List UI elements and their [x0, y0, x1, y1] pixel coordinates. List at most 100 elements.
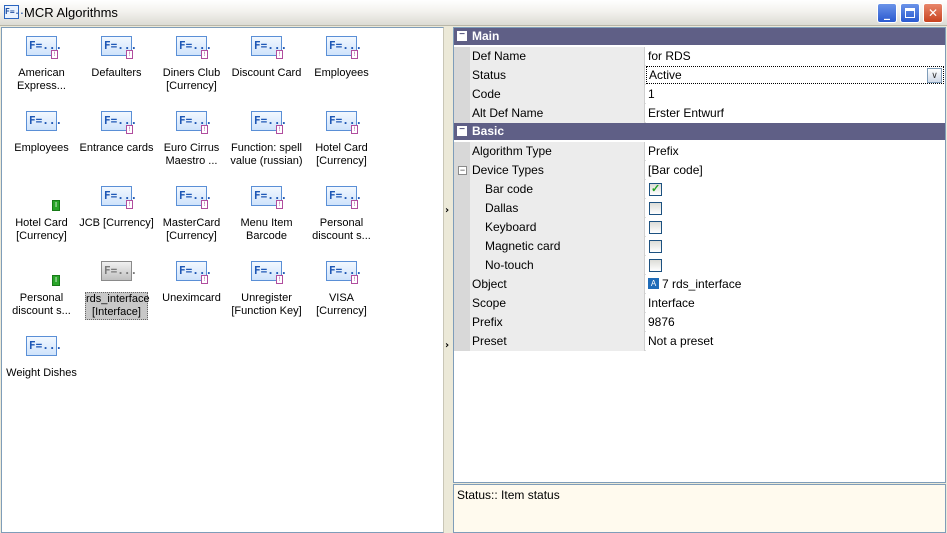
property-name: Object: [470, 275, 645, 294]
algorithm-item-label: Discount Card: [231, 67, 302, 79]
algorithm-item[interactable]: F=...! Defaulters: [79, 28, 154, 98]
object-value-text: 7 rds_interface: [662, 277, 742, 291]
property-row-def-name[interactable]: Def Name for RDS: [454, 47, 945, 66]
collapse-icon[interactable]: −: [458, 166, 467, 175]
property-name: Def Name: [470, 47, 645, 66]
property-row-prefix[interactable]: Prefix 9876: [454, 313, 945, 332]
property-row-status[interactable]: Status Active ∨: [454, 66, 945, 85]
algorithm-item[interactable]: F=...! MasterCard [Currency]: [154, 178, 229, 248]
pane-splitter[interactable]: › ›: [444, 27, 453, 533]
algorithm-item-label: Personal discount s...: [12, 292, 71, 317]
algorithm-item[interactable]: F=...! Menu Item Barcode: [229, 178, 304, 248]
device-checkbox[interactable]: [649, 259, 662, 272]
algorithm-item[interactable]: F=...! Euro Cirrus Maestro ...: [154, 103, 229, 173]
device-checkbox[interactable]: [649, 221, 662, 234]
algorithm-f-icon: F=...!: [101, 36, 137, 62]
algorithm-item-label: Personal discount s...: [312, 217, 371, 242]
algorithm-item-label: Employees: [314, 67, 369, 79]
algorithm-item-label: VISA [Currency]: [316, 292, 367, 317]
algorithm-item-label: JCB [Currency]: [79, 217, 154, 229]
algorithm-item[interactable]: F=...! Hotel Card [Currency]: [304, 103, 379, 173]
maximize-button[interactable]: [900, 3, 920, 23]
expand-right-icon[interactable]: ›: [445, 205, 449, 216]
close-icon: ✕: [927, 6, 939, 20]
algorithm-item-label: Defaulters: [91, 67, 142, 79]
algorithm-item-label: Entrance cards: [79, 142, 154, 154]
property-value-def-name[interactable]: for RDS: [646, 47, 945, 66]
algorithm-f-icon: F=...!: [251, 186, 287, 212]
close-button[interactable]: ✕: [923, 3, 943, 23]
algorithm-f-icon: F=...!: [251, 111, 287, 137]
algorithm-item[interactable]: F=...! Function: spell value (russian): [229, 103, 304, 173]
algorithm-item-label: American Express...: [17, 67, 66, 92]
algorithm-item[interactable]: F=...! American Express...: [4, 28, 79, 98]
badge-icon: !: [201, 200, 208, 209]
device-checkbox[interactable]: [649, 202, 662, 215]
property-value-preset[interactable]: Not a preset: [646, 332, 945, 351]
algorithm-item-label: Weight Dishes: [6, 367, 77, 379]
algorithm-list-pane[interactable]: F=...! American Express... F=...! Defaulter…: [1, 27, 444, 533]
property-name: Scope: [470, 294, 645, 313]
property-name: Algorithm Type: [470, 142, 645, 161]
property-name: Status: [470, 66, 645, 85]
algorithm-item[interactable]: F=... Employees: [4, 103, 79, 173]
algorithm-f-icon: F=...!: [326, 186, 362, 212]
algorithm-item[interactable]: F=...! Diners Club [Currency]: [154, 28, 229, 98]
status-dropdown[interactable]: Active ∨: [646, 66, 944, 84]
property-row-device[interactable]: Magnetic card: [454, 237, 945, 256]
property-row-code[interactable]: Code 1: [454, 85, 945, 104]
algorithm-item[interactable]: F=...! Discount Card: [229, 28, 304, 98]
chevron-down-icon[interactable]: ∨: [927, 68, 942, 83]
property-row-device[interactable]: Keyboard: [454, 218, 945, 237]
property-row-alt-def-name[interactable]: Alt Def Name Erster Entwurf: [454, 104, 945, 123]
algorithm-item[interactable]: I Hotel Card [Currency]: [4, 178, 79, 248]
property-row-algorithm-type[interactable]: Algorithm Type Prefix: [454, 142, 945, 161]
green-tag-icon: I: [26, 261, 60, 287]
property-row-device[interactable]: Dallas: [454, 199, 945, 218]
expand-right-icon[interactable]: ›: [445, 340, 449, 351]
algorithm-item[interactable]: F=...! Uneximcard: [154, 253, 229, 323]
property-row-device[interactable]: No-touch: [454, 256, 945, 275]
property-value-alt-def-name[interactable]: Erster Entwurf: [646, 104, 945, 123]
mcr-algorithms-window: F=.. MCR Algorithms _ ✕ F=...! American E…: [0, 0, 947, 533]
green-tag-icon: I: [26, 186, 60, 212]
property-row-preset[interactable]: Preset Not a preset: [454, 332, 945, 351]
algorithm-f-icon: F=...!: [176, 111, 212, 137]
algorithm-item[interactable]: I Personal discount s...: [4, 253, 79, 323]
category-basic[interactable]: − Basic: [454, 123, 945, 140]
algorithm-item[interactable]: F=... rds_interface [Interface]: [79, 253, 154, 323]
algorithm-item-label: Menu Item Barcode: [240, 217, 293, 242]
property-name: Device Types: [470, 161, 645, 180]
algorithm-item[interactable]: F=... Weight Dishes: [4, 328, 79, 398]
property-value-scope[interactable]: Interface: [646, 294, 945, 313]
device-checkbox[interactable]: ✓: [649, 183, 662, 196]
algorithm-item[interactable]: F=...! Unregister [Function Key]: [229, 253, 304, 323]
badge-icon: !: [126, 50, 133, 59]
property-value-object[interactable]: A7 rds_interface: [646, 275, 945, 294]
property-row-device-types[interactable]: − Device Types [Bar code]: [454, 161, 945, 180]
collapse-icon[interactable]: −: [457, 30, 467, 41]
property-value-algorithm-type[interactable]: Prefix: [646, 142, 945, 161]
property-value-prefix[interactable]: 9876: [646, 313, 945, 332]
collapse-icon[interactable]: −: [457, 125, 467, 136]
title-bar[interactable]: F=.. MCR Algorithms _ ✕: [0, 0, 947, 26]
algorithm-item[interactable]: F=...! Entrance cards: [79, 103, 154, 173]
minimize-icon: _: [884, 6, 890, 20]
property-name: No-touch: [470, 256, 645, 275]
minimize-button[interactable]: _: [877, 3, 897, 23]
property-row-device[interactable]: Bar code ✓: [454, 180, 945, 199]
badge-icon: !: [201, 275, 208, 284]
property-value-device-types[interactable]: [Bar code]: [646, 161, 945, 180]
algorithm-item[interactable]: F=...! Employees: [304, 28, 379, 98]
algorithm-item[interactable]: F=...! JCB [Currency]: [79, 178, 154, 248]
property-row-scope[interactable]: Scope Interface: [454, 294, 945, 313]
algorithm-item[interactable]: F=...! Personal discount s...: [304, 178, 379, 248]
category-main[interactable]: − Main: [454, 28, 945, 45]
property-row-object[interactable]: Object A7 rds_interface: [454, 275, 945, 294]
algorithm-item-label: MasterCard [Currency]: [162, 217, 221, 242]
checkmark-icon: ✓: [651, 183, 661, 195]
badge-icon: !: [276, 200, 283, 209]
property-value-code[interactable]: 1: [646, 85, 945, 104]
device-checkbox[interactable]: [649, 240, 662, 253]
algorithm-item[interactable]: F=...! VISA [Currency]: [304, 253, 379, 323]
